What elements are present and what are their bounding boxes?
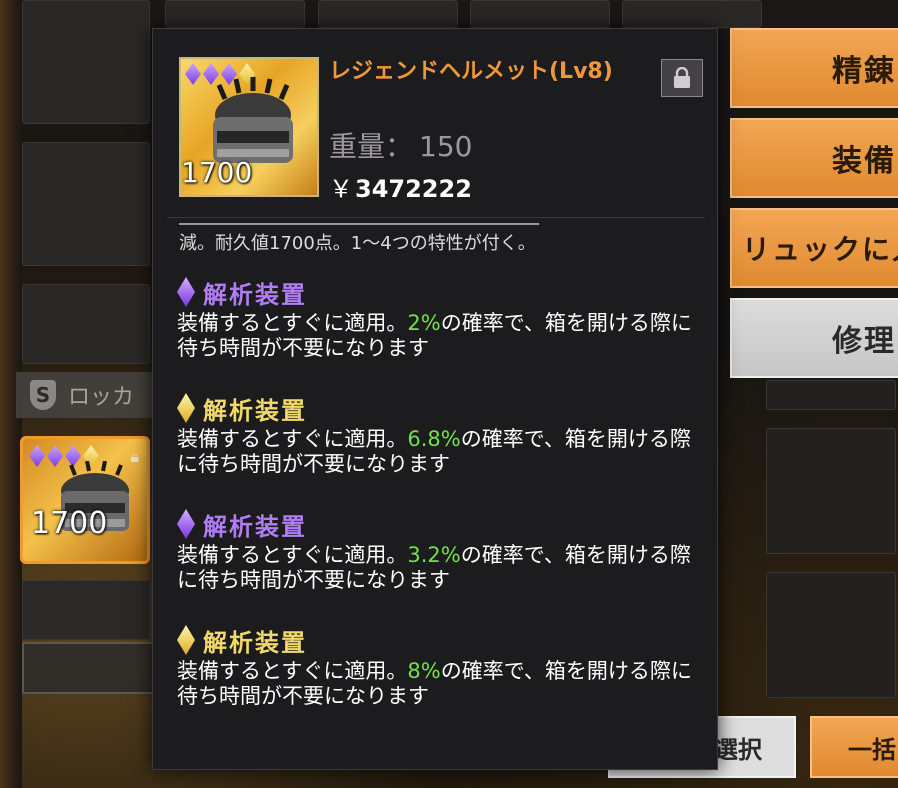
padlock-icon (674, 67, 690, 88)
trait-title: 解析装置 (203, 280, 307, 309)
inventory-slot[interactable] (22, 142, 150, 266)
trait-description: 装備するとすぐに適用。2%の確率で、箱を開ける際に待ち時間が不要になります (177, 311, 701, 361)
gold-gem-icon (177, 625, 195, 655)
weight-label: 重量： (329, 130, 414, 163)
trait-scroll-area[interactable]: ▔▔▔▔▔▔▔▔▔▔▔▔▔▔▔▔▔▔▔▔▔▔▔▔▔▔ 減。耐久値1700点。1～… (153, 219, 717, 769)
trait-header: 解析装置 (177, 391, 701, 425)
item-tooltip: 1700 レジェンドヘルメット(Lv8) 重量：150 ￥3472222 ▔▔▔… (152, 28, 718, 770)
item-description: ▔▔▔▔▔▔▔▔▔▔▔▔▔▔▔▔▔▔▔▔▔▔▔▔▔▔ 減。耐久値1700点。1～… (179, 223, 699, 255)
trait-percent: 3.2% (407, 543, 461, 567)
trait-percent: 8% (407, 659, 441, 683)
trait-title: 解析装置 (203, 512, 307, 541)
trait-text-before: 装備するとすぐに適用。 (177, 427, 408, 451)
trait-description: 装備するとすぐに適用。6.8%の確率で、箱を開ける際に待ち時間が不要になります (177, 427, 701, 477)
item-price: ￥3472222 (329, 169, 472, 204)
item-icon: 1700 (179, 57, 319, 197)
trait-percent: 6.8% (407, 427, 461, 451)
locker-s-badge-icon: S (30, 380, 56, 410)
trait-text-before: 装備するとすぐに適用。 (177, 311, 408, 335)
trait-description: 装備するとすぐに適用。3.2%の確率で、箱を開ける際に待ち時間が不要になります (177, 543, 701, 593)
inventory-slot[interactable] (470, 0, 610, 28)
trait-header: 解析装置 (177, 275, 701, 309)
purple-gem-icon (177, 509, 195, 539)
trait-entry: 解析装置 装備するとすぐに適用。8%の確率で、箱を開ける際に待ち時間が不要になり… (177, 623, 701, 709)
inventory-screen: S ロッカ 🔒︎ 1700 精錬 装備 リュックに入 修理 まとめて選択 一括 (0, 0, 898, 788)
description-text: 減。耐久値1700点。1～4つの特性が付く。 (179, 233, 536, 254)
divider (167, 217, 705, 218)
inventory-slot[interactable] (766, 572, 896, 698)
trait-entry: 解析装置 装備するとすぐに適用。3.2%の確率で、箱を開ける際に待ち時間が不要に… (177, 507, 701, 593)
purple-gem-icon (177, 277, 195, 307)
move-to-backpack-button[interactable]: リュックに入 (730, 208, 898, 288)
durability-value: 1700 (31, 506, 108, 541)
locker-item-helmet[interactable]: 🔒︎ 1700 (20, 436, 150, 564)
inventory-slot[interactable] (766, 380, 896, 410)
bulk-action-button[interactable]: 一括 (810, 716, 898, 778)
description-overflow: ▔▔▔▔▔▔▔▔▔▔▔▔▔▔▔▔▔▔▔▔▔▔▔▔▔▔ (179, 223, 699, 233)
inventory-slot[interactable] (22, 0, 150, 124)
inventory-slot[interactable] (22, 284, 150, 364)
trait-text-before: 装備するとすぐに適用。 (177, 659, 408, 683)
weight-value: 150 (419, 130, 473, 163)
price-value: 3472222 (355, 175, 472, 203)
item-name: レジェンドヘルメット(Lv8) (329, 59, 613, 84)
trait-percent: 2% (407, 311, 441, 335)
trait-header: 解析装置 (177, 623, 701, 657)
trait-header: 解析装置 (177, 507, 701, 541)
refine-button[interactable]: 精錬 (730, 28, 898, 108)
trait-description: 装備するとすぐに適用。8%の確率で、箱を開ける際に待ち時間が不要になります (177, 659, 701, 709)
inventory-slot[interactable] (622, 0, 762, 28)
durability-badge: 1700 (181, 156, 253, 189)
trait-title: 解析装置 (203, 396, 307, 425)
trait-entry: 解析装置 装備するとすぐに適用。2%の確率で、箱を開ける際に待ち時間が不要になり… (177, 275, 701, 361)
inventory-slot[interactable] (165, 0, 305, 28)
trait-entry: 解析装置 装備するとすぐに適用。6.8%の確率で、箱を開ける際に待ち時間が不要に… (177, 391, 701, 477)
trait-text-before: 装備するとすぐに適用。 (177, 543, 408, 567)
equip-button[interactable]: 装備 (730, 118, 898, 198)
item-weight: 重量： 150 (329, 125, 472, 165)
trait-title: 解析装置 (203, 628, 307, 657)
inventory-slot[interactable] (318, 0, 458, 28)
repair-button[interactable]: 修理 (730, 298, 898, 378)
currency-symbol: ￥ (329, 175, 353, 203)
locker-label: ロッカ (68, 385, 135, 410)
locker-slot[interactable] (22, 580, 150, 640)
gold-gem-icon (177, 393, 195, 423)
lock-toggle-button[interactable] (661, 59, 703, 97)
inventory-slot[interactable] (766, 428, 896, 554)
